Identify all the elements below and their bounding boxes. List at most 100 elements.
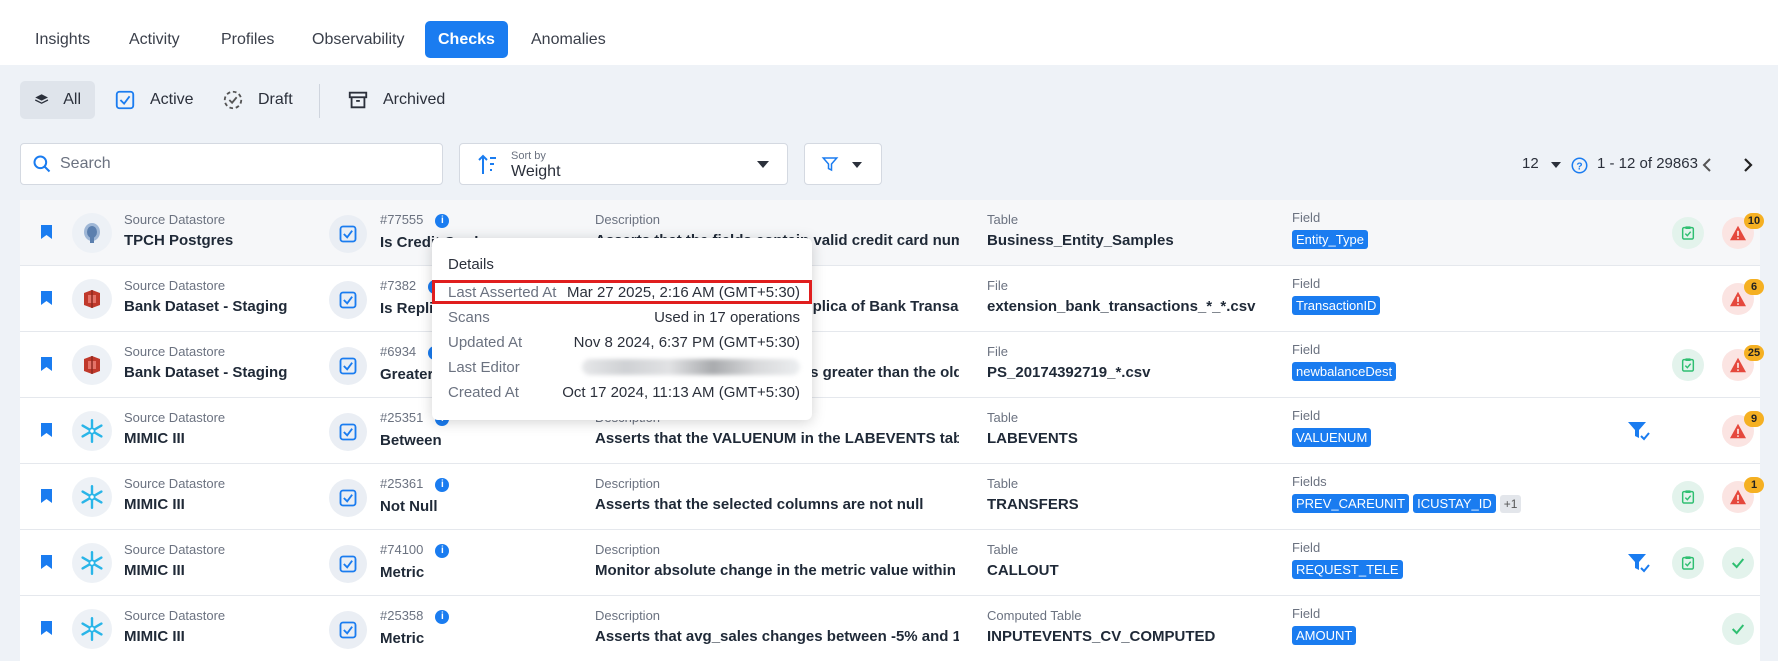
field-tags: AMOUNT — [1292, 626, 1360, 645]
anomaly-warning-icon[interactable]: 9 — [1722, 411, 1764, 447]
anomaly-warning-icon[interactable]: 25 — [1722, 345, 1764, 381]
table-row[interactable]: Source DatastoreMIMIC III#25351iBetweenD… — [20, 398, 1764, 464]
filter-archived-button[interactable]: Archived — [333, 81, 459, 119]
bookmark-icon[interactable] — [41, 555, 52, 569]
datastore-name[interactable]: MIMIC III — [124, 430, 304, 447]
table-row[interactable]: Source Datastore TPCH Postgres #77555 i Is C… — [20, 200, 1764, 266]
table-row[interactable]: Source Datastore MIMIC III #74100 i Metric De… — [20, 530, 1760, 596]
datastore-name[interactable]: MIMIC III — [124, 496, 304, 513]
filter-draft-button[interactable]: Draft — [208, 81, 307, 119]
field-tag[interactable]: ICUSTAY_ID — [1413, 494, 1496, 513]
field-label: Field — [1292, 606, 1321, 621]
field-label: Field — [1292, 276, 1321, 291]
assertion-status-icon[interactable] — [1672, 547, 1704, 579]
field-tag[interactable]: newbalanceDest — [1292, 362, 1397, 381]
field-tag[interactable]: AMOUNT — [1292, 626, 1357, 645]
bookmark-icon[interactable] — [41, 291, 52, 305]
field-tag[interactable]: Entity_Type — [1292, 230, 1368, 249]
snowflake-icon — [72, 411, 112, 451]
table-row[interactable]: Source Datastore MIMIC III #25358 i Metric De… — [20, 596, 1760, 661]
datastore-name[interactable]: TPCH Postgres — [124, 232, 304, 249]
bookmark-icon[interactable] — [41, 489, 52, 503]
anomaly-warning-icon[interactable]: 6 — [1722, 279, 1764, 315]
bookmark-icon[interactable] — [41, 225, 52, 239]
assertion-status-icon[interactable] — [1672, 217, 1704, 249]
datastore-name[interactable]: MIMIC III — [124, 628, 304, 645]
description-label: Description — [595, 476, 661, 491]
datastore-name[interactable]: MIMIC III — [124, 562, 304, 579]
bookmark-icon[interactable] — [41, 423, 52, 437]
assertion-status-icon[interactable] — [1672, 349, 1704, 381]
search-box — [20, 143, 443, 185]
bookmark-icon[interactable] — [41, 621, 52, 635]
table-row[interactable]: Source Datastore Bank Dataset - Staging #6… — [20, 332, 1764, 398]
tab-anomalies[interactable]: Anomalies — [518, 21, 619, 58]
search-icon — [33, 155, 51, 173]
check-id: #25361 — [380, 476, 424, 491]
page-size-select[interactable]: 12 — [1522, 155, 1539, 172]
check-type-icon — [329, 545, 367, 583]
info-icon[interactable]: i — [435, 610, 450, 624]
tab-insights[interactable]: Insights — [22, 21, 103, 58]
assertion-status-icon[interactable] — [1672, 481, 1704, 513]
field-tag[interactable]: PREV_CAREUNIT — [1292, 494, 1410, 513]
table-row[interactable]: Source Datastore Bank Dataset - Staging #7… — [20, 266, 1764, 332]
passed-check-icon[interactable] — [1722, 613, 1754, 645]
sort-select[interactable]: Sort by Weight — [459, 143, 788, 185]
anomaly-warning-icon[interactable]: 10 — [1722, 213, 1764, 249]
info-icon[interactable]: i — [435, 478, 450, 492]
chevron-down-icon — [1551, 162, 1561, 168]
table-name[interactable]: extension_bank_transactions_*_*.csv — [987, 298, 1287, 315]
sort-value: Weight — [511, 163, 561, 180]
check-name[interactable]: Metric — [380, 564, 520, 581]
field-tag[interactable]: TransactionID — [1292, 296, 1381, 315]
datastore-label: Source Datastore — [124, 476, 226, 491]
datastore-label: Source Datastore — [124, 344, 226, 359]
check-type-icon — [329, 281, 367, 319]
table-type-label: Computed Table — [987, 608, 1082, 623]
passed-check-icon[interactable] — [1722, 547, 1754, 579]
check-type-icon — [329, 413, 367, 451]
check-name[interactable]: Metric — [380, 630, 520, 647]
filter-dropdown-button[interactable] — [804, 143, 882, 185]
scans-row: Scans Used in 17 operations — [448, 306, 800, 328]
table-name[interactable]: CALLOUT — [987, 562, 1287, 579]
chevron-right-icon[interactable] — [1743, 157, 1753, 173]
info-icon[interactable]: i — [435, 544, 450, 558]
popover-title: Details — [448, 256, 494, 273]
help-icon[interactable]: ? — [1571, 157, 1588, 174]
s3-icon — [72, 279, 112, 319]
tab-observability[interactable]: Observability — [299, 21, 417, 58]
check-name[interactable]: Between — [380, 432, 520, 449]
filter-all-button[interactable]: All — [20, 81, 95, 119]
datastore-name[interactable]: Bank Dataset - Staging — [124, 364, 304, 381]
filter-active-button[interactable]: Active — [100, 81, 208, 119]
tab-activity[interactable]: Activity — [116, 21, 193, 58]
tab-profiles[interactable]: Profiles — [208, 21, 287, 58]
anomaly-count-badge: 10 — [1744, 213, 1764, 229]
datastore-label: Source Datastore — [124, 278, 226, 293]
check-type-icon — [329, 347, 367, 385]
chevron-left-icon[interactable] — [1702, 157, 1712, 173]
anomaly-warning-icon[interactable]: 1 — [1722, 477, 1764, 513]
table-name[interactable]: Business_Entity_Samples — [987, 232, 1287, 249]
field-tag[interactable]: REQUEST_TELE — [1292, 560, 1403, 579]
bookmark-icon[interactable] — [41, 357, 52, 371]
check-name[interactable]: Not Null — [380, 498, 520, 515]
search-input[interactable] — [60, 155, 420, 173]
info-icon[interactable]: i — [435, 214, 450, 228]
table-name[interactable]: INPUTEVENTS_CV_COMPUTED — [987, 628, 1287, 645]
description-text: Monitor absolute change in the metric va… — [595, 562, 959, 579]
last-asserted-label: Last Asserted At — [448, 283, 557, 301]
check-id: #6934 — [380, 344, 417, 359]
table-name[interactable]: PS_20174392719_*.csv — [987, 364, 1287, 381]
table-row[interactable]: Source Datastore MIMIC III #25361 i Not Null… — [20, 464, 1764, 530]
field-tag[interactable]: VALUENUM — [1292, 428, 1372, 447]
field-label: Field — [1292, 210, 1321, 225]
filter-draft-label: Draft — [258, 91, 293, 108]
datastore-name[interactable]: Bank Dataset - Staging — [124, 298, 304, 315]
table-name[interactable]: TRANSFERS — [987, 496, 1287, 513]
table-name[interactable]: LABEVENTS — [987, 430, 1287, 447]
more-fields-tag[interactable]: +1 — [1499, 495, 1522, 513]
tab-checks[interactable]: Checks — [425, 21, 508, 58]
